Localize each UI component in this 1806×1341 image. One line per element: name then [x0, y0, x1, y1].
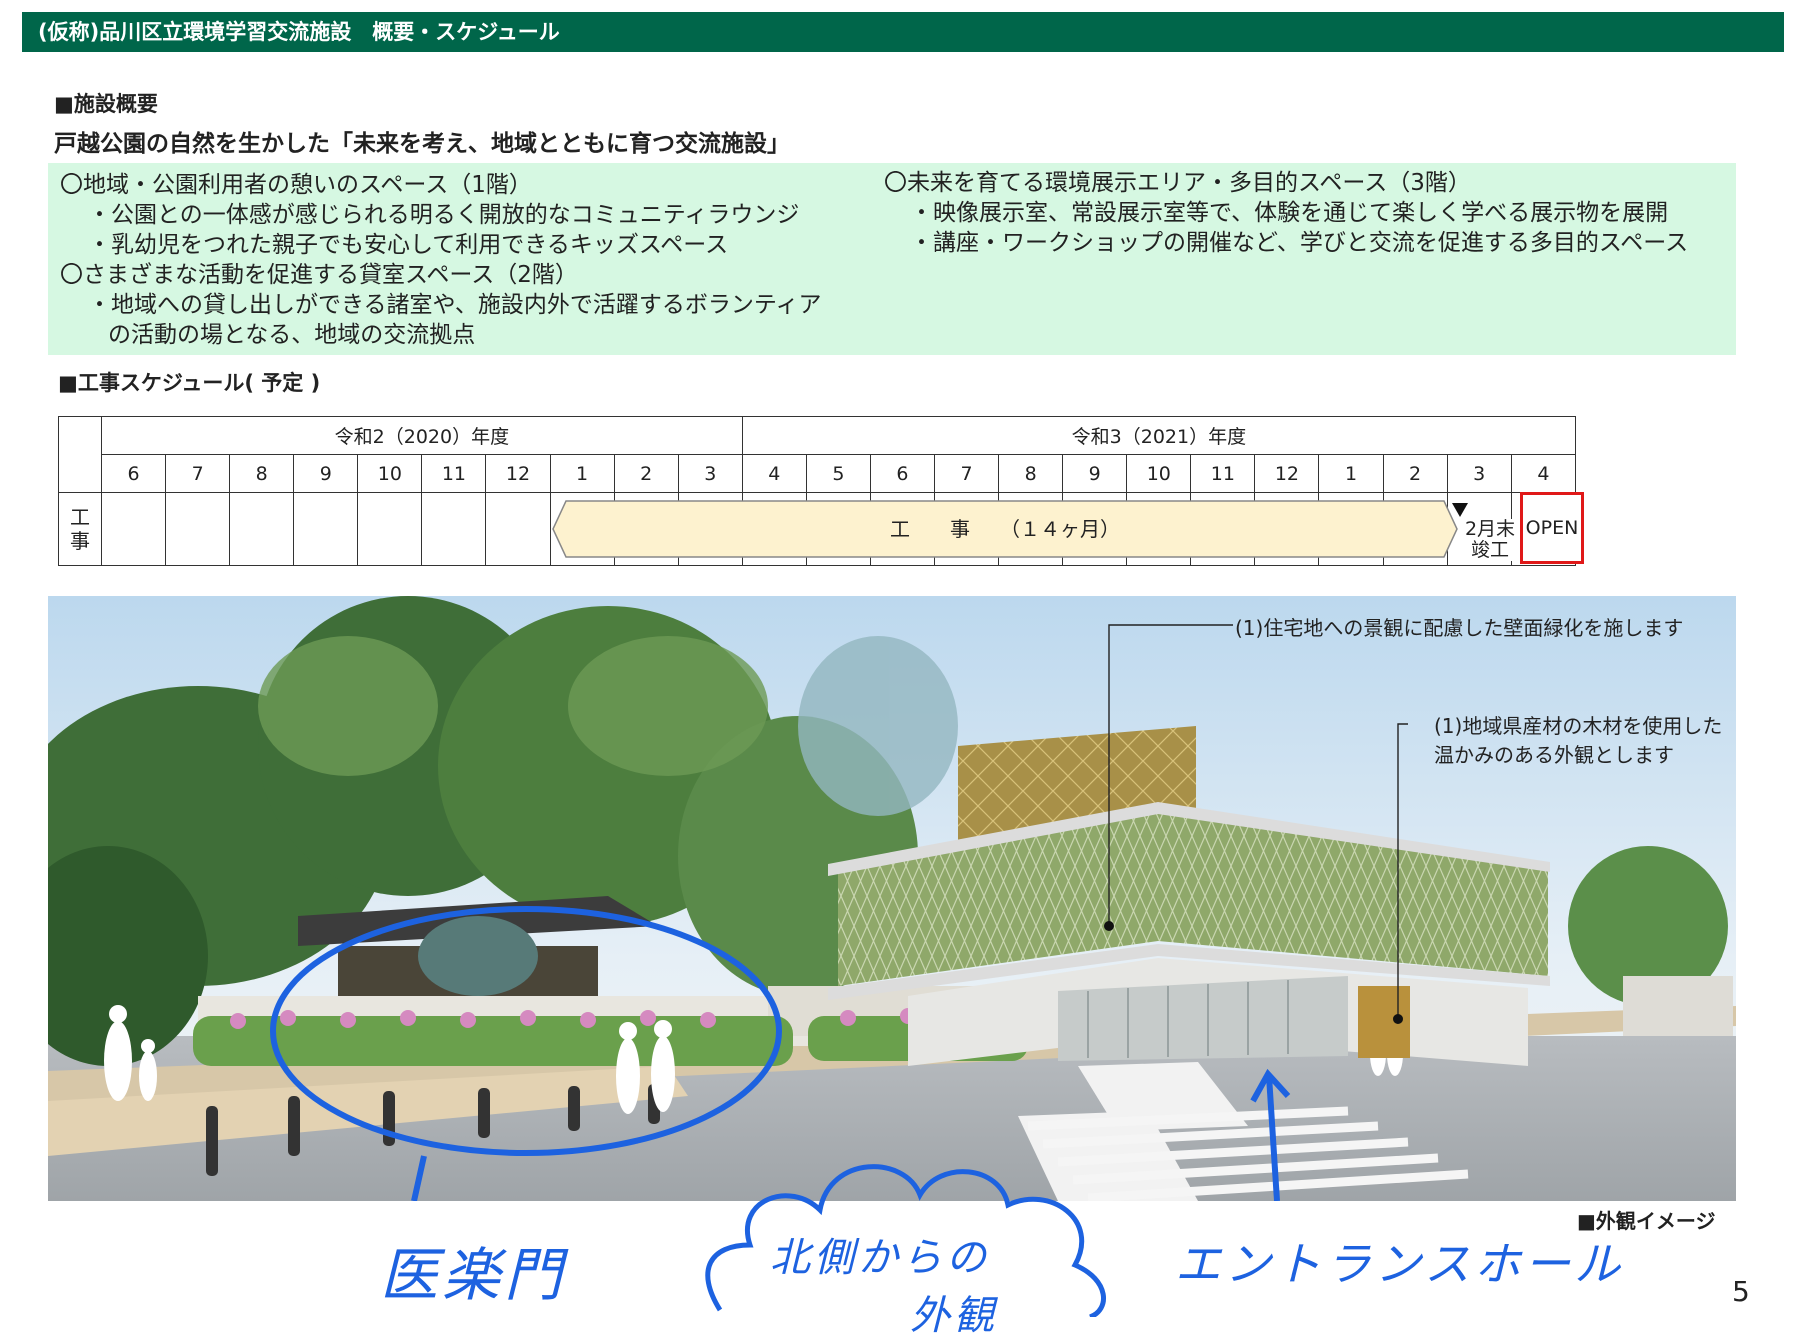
row-label: 工事 [70, 505, 90, 553]
handwritten-line: 北側からの [770, 1235, 990, 1281]
overview-tagline: 戸越公園の自然を生かした「未来を考え、地域とともに育つ交流施設」 [54, 131, 790, 157]
month-cell: 4 [1510, 454, 1577, 493]
month-cell: 10 [357, 454, 423, 493]
overview-right-line: 〇未来を育てる環境展示エリア・多目的スペース（3階） [884, 170, 1471, 196]
month-cell: 2 [613, 454, 679, 493]
handwritten-entrance-label: エントランスホール [1175, 1237, 1625, 1291]
callout-wood-facade: (1)地域県産材の木材を使用した 温かみのある外観とします [1434, 710, 1722, 768]
handwritten-north-view-label: 北側からの 外観 [770, 1225, 998, 1341]
month-cell: 9 [293, 454, 359, 493]
month-cell: 7 [934, 454, 1000, 493]
overview-left-line: の活動の場となる、地域の交流拠点 [108, 322, 476, 348]
schedule-cell [165, 492, 231, 566]
page-title-bar: (仮称)品川区立環境学習交流施設 概要・スケジュール [22, 12, 1784, 52]
month-cell: 10 [1126, 454, 1192, 493]
completion-label: 2月末 竣工 [1460, 519, 1520, 561]
month-cell: 4 [741, 454, 807, 493]
month-cell: 6 [869, 454, 936, 493]
month-cell: 2 [1382, 454, 1448, 493]
open-label: OPEN [1520, 492, 1584, 564]
month-cell: 8 [998, 454, 1064, 493]
month-cell: 8 [229, 454, 295, 493]
year-header: 令和3（2021）年度 [741, 416, 1577, 455]
exterior-image: (1)住宅地への景観に配慮した壁面緑化を施します (1)地域県産材の木材を使用し… [48, 596, 1736, 1201]
month-cell: 1 [1318, 454, 1384, 493]
overview-right-line: ・映像展示室、常設展示室等で、体験を通じて楽しく学べる展示物を展開 [910, 200, 1669, 226]
row-label-construction: 工事 [58, 492, 102, 566]
callout-line: (1)地域県産材の木材を使用した [1434, 714, 1723, 738]
completion-marker-icon [1452, 503, 1468, 517]
month-cell: 7 [165, 454, 231, 493]
overview-left-line: ・公園との一体感が感じられる明るく開放的なコミュニティラウンジ [88, 202, 800, 228]
overview-left-line: 〇地域・公園利用者の憩いのスペース（1階） [60, 172, 532, 198]
handwritten-line: 外観 [910, 1293, 998, 1339]
handwritten-gate-label: 医楽門 [380, 1241, 567, 1309]
overview-left-line: ・乳幼児をつれた親子でも安心して利用できるキッズスペース [88, 232, 729, 258]
overview-box: 〇地域・公園利用者の憩いのスペース（1階） ・公園との一体感が感じられる明るく開… [48, 163, 1736, 355]
schedule-cell [421, 492, 487, 566]
schedule-heading: ■工事スケジュール( 予定 ) [58, 371, 321, 395]
overview-right-line: ・講座・ワークショップの開催など、学びと交流を促進する多目的スペース [910, 230, 1689, 256]
schedule-cell [357, 492, 423, 566]
schedule-cell [293, 492, 359, 566]
month-cell: 6 [100, 454, 167, 493]
month-cell: 1 [549, 454, 615, 493]
page-number: 5 [1732, 1275, 1750, 1308]
month-cell: 5 [805, 454, 871, 493]
construction-bar: 工 事 （１４ヶ月） [552, 500, 1458, 558]
construction-bar-label: 工 事 （１４ヶ月） [890, 517, 1120, 541]
month-cell: 12 [485, 454, 551, 493]
schedule-cell [485, 492, 551, 566]
overview-left-line: ・地域への貸し出しができる諸室や、施設内外で活躍するボランティア [88, 292, 822, 318]
year-header: 令和2（2020）年度 [101, 416, 743, 455]
month-cell: 12 [1254, 454, 1320, 493]
schedule-cell [100, 492, 167, 566]
month-cell: 11 [421, 454, 487, 493]
completion-label-line: 竣工 [1470, 539, 1509, 561]
month-cell: 3 [677, 454, 743, 493]
callout-line: 温かみのある外観とします [1434, 743, 1674, 767]
overview-left-line: 〇さまざまな活動を促進する貸室スペース（2階） [60, 262, 578, 288]
corner-cell [58, 416, 102, 493]
page-title: (仮称)品川区立環境学習交流施設 概要・スケジュール [38, 20, 560, 44]
month-cell: 9 [1062, 454, 1128, 493]
month-cell: 11 [1190, 454, 1256, 493]
schedule-cell [229, 492, 295, 566]
overview-heading: ■施設概要 [54, 92, 158, 116]
exterior-rendering [48, 596, 1736, 1201]
completion-label-line: 2月末 [1464, 518, 1516, 540]
callout-wall-greening: (1)住宅地への景観に配慮した壁面緑化を施します [1235, 616, 1684, 640]
month-cell: 3 [1446, 454, 1512, 493]
